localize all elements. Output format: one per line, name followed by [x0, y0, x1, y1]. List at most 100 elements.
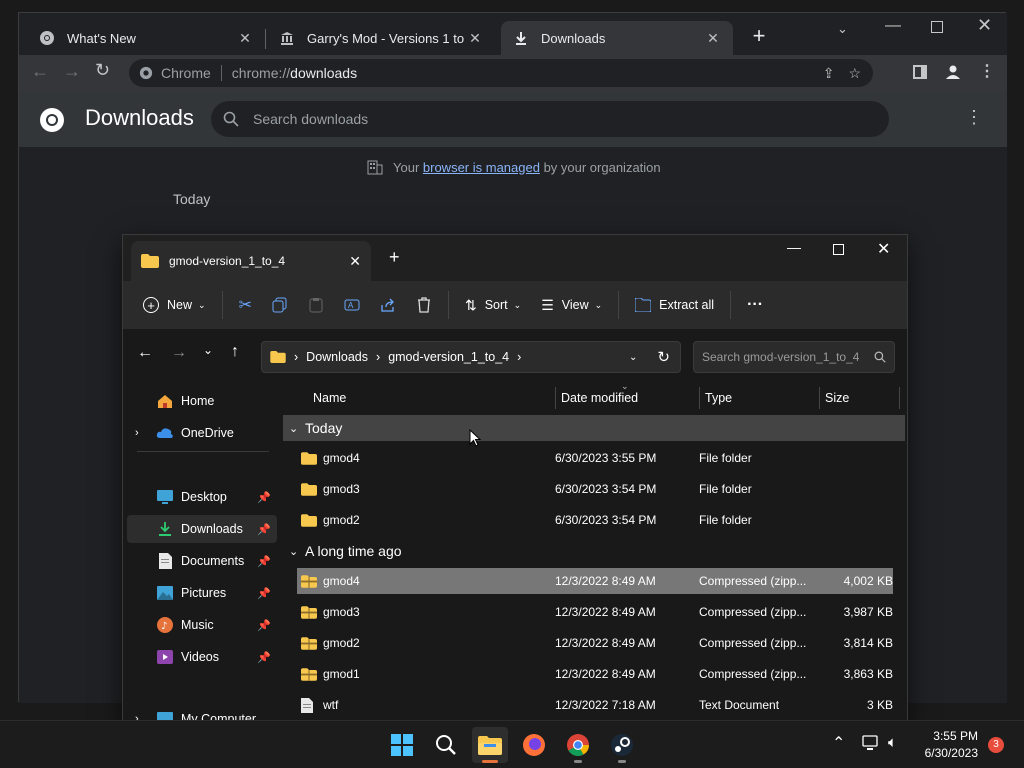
file-row[interactable]: gmod1 12/3/2022 8:49 AM Compressed (zipp..…	[297, 661, 893, 687]
explorer-title-bar: gmod-version_1_to_4 ✕ + — ✕	[123, 235, 907, 281]
file-row[interactable]: gmod2 12/3/2022 8:49 AM Compressed (zipp..…	[297, 630, 893, 656]
group-header[interactable]: ⌄ A long time ago	[283, 538, 905, 564]
column-header-name[interactable]: Name	[305, 383, 555, 413]
tab-search-icon[interactable]: ⌄	[837, 21, 848, 37]
share-button[interactable]	[372, 289, 404, 321]
downloads-search-input[interactable]: Search downloads	[211, 101, 889, 137]
file-row[interactable]: gmod3 6/30/2023 3:54 PM File folder	[297, 476, 893, 502]
nav-item-onedrive[interactable]: › OneDrive	[127, 419, 277, 447]
pin-icon[interactable]: 📌	[257, 523, 271, 536]
taskbar-search-button[interactable]	[428, 727, 464, 763]
close-icon[interactable]: ✕	[467, 30, 483, 47]
volume-icon[interactable]: 🔈︎	[888, 734, 897, 751]
file-type: Compressed (zipp...	[699, 574, 807, 588]
minimize-button[interactable]: —	[885, 17, 901, 35]
pin-icon[interactable]: 📌	[257, 619, 271, 632]
pin-icon[interactable]: 📌	[257, 651, 271, 664]
recent-locations-button[interactable]: ⌄	[203, 343, 213, 357]
notification-badge[interactable]: 3	[988, 737, 1004, 753]
maximize-button[interactable]	[833, 244, 844, 255]
column-header-size[interactable]: Size	[817, 383, 897, 413]
delete-button[interactable]	[408, 289, 440, 321]
group-label: Today	[305, 420, 343, 436]
omnibox[interactable]: Chrome chrome:// downloads ⇪ ☆	[129, 59, 873, 87]
clock-time[interactable]: 3:55 PM	[912, 729, 978, 743]
file-row[interactable]: gmod2 6/30/2023 3:54 PM File folder	[297, 507, 893, 533]
share-icon[interactable]: ⇪	[823, 65, 835, 82]
close-window-button[interactable]: ✕	[877, 239, 890, 259]
nav-item-desktop[interactable]: Desktop 📌	[127, 483, 277, 511]
nav-item-music[interactable]: ♪ Music 📌	[127, 611, 277, 639]
see-more-button[interactable]: ···	[739, 289, 771, 321]
taskbar-steam[interactable]	[604, 727, 640, 763]
breadcrumb-current-folder[interactable]: gmod-version_1_to_4	[388, 350, 509, 364]
column-divider[interactable]	[899, 387, 900, 409]
new-tab-button[interactable]: +	[747, 25, 771, 49]
explorer-tab[interactable]: gmod-version_1_to_4 ✕	[131, 241, 371, 281]
address-dropdown-icon[interactable]: ⌄	[629, 352, 637, 363]
close-icon[interactable]: ✕	[705, 30, 721, 47]
start-button[interactable]	[384, 727, 420, 763]
clock-date[interactable]: 6/30/2023	[912, 746, 978, 760]
taskbar-chrome[interactable]	[560, 727, 596, 763]
chevron-down-icon[interactable]: ⌄	[289, 422, 305, 435]
refresh-icon[interactable]: ↻	[657, 348, 670, 366]
maximize-button[interactable]	[931, 21, 943, 33]
view-button[interactable]: ☰ View ⌄	[533, 289, 610, 321]
sort-button[interactable]: ⇅ Sort ⌄	[457, 289, 529, 321]
minimize-button[interactable]: —	[787, 239, 801, 255]
up-button[interactable]: ↑	[231, 343, 239, 361]
group-header[interactable]: ⌄ Today	[283, 415, 905, 441]
rename-button[interactable]: A	[336, 289, 368, 321]
show-hidden-icons-button[interactable]: ⌃	[832, 733, 845, 753]
nav-item-videos[interactable]: Videos 📌	[127, 643, 277, 671]
copy-button[interactable]	[264, 289, 296, 321]
pin-icon[interactable]: 📌	[257, 491, 271, 504]
file-row[interactable]: gmod3 12/3/2022 8:49 AM Compressed (zipp..…	[297, 599, 893, 625]
file-row[interactable]: gmod4 12/3/2022 8:49 AM Compressed (zipp..…	[297, 568, 893, 594]
pin-icon[interactable]: 📌	[257, 587, 271, 600]
cut-button[interactable]: ✂	[231, 289, 260, 321]
file-name: gmod2	[323, 513, 360, 527]
nav-item-documents[interactable]: Documents 📌	[127, 547, 277, 575]
chevron-right-icon[interactable]: ›	[135, 427, 139, 439]
explorer-search-input[interactable]: Search gmod-version_1_to_4	[693, 341, 895, 373]
close-window-button[interactable]: ✕	[977, 15, 992, 36]
file-date: 12/3/2022 7:18 AM	[555, 698, 656, 712]
side-panel-icon[interactable]	[913, 65, 927, 79]
new-tab-button[interactable]: +	[389, 247, 400, 268]
forward-button[interactable]: →	[171, 344, 187, 362]
forward-button[interactable]: →	[63, 61, 81, 82]
chevron-down-icon[interactable]: ⌄	[289, 545, 305, 558]
address-bar[interactable]: › Downloads › gmod-version_1_to_4 › ⌄ ↻	[261, 341, 681, 373]
taskbar-firefox[interactable]	[516, 727, 552, 763]
nav-item-downloads[interactable]: Downloads 📌	[127, 515, 277, 543]
taskbar-file-explorer[interactable]	[472, 727, 508, 763]
back-button[interactable]: ←	[31, 61, 49, 82]
column-header-date[interactable]: Date modified	[553, 383, 697, 413]
downloads-menu-icon[interactable]: ⋮	[965, 107, 983, 128]
paste-button[interactable]	[300, 289, 332, 321]
nav-item-home[interactable]: Home	[127, 387, 277, 415]
tab-garrys-mod[interactable]: Garry's Mod - Versions 1 to 14, a ✕	[267, 21, 495, 55]
home-icon	[155, 393, 175, 409]
chrome-menu-icon[interactable]: ⋮	[979, 61, 995, 81]
network-icon[interactable]	[862, 735, 880, 751]
pin-icon[interactable]: 📌	[257, 555, 271, 568]
bookmark-star-icon[interactable]: ☆	[848, 65, 861, 82]
close-icon[interactable]: ✕	[349, 253, 361, 270]
tab-whats-new[interactable]: What's New ✕	[27, 21, 265, 55]
profile-icon[interactable]	[945, 64, 961, 80]
file-row[interactable]: wtf 12/3/2022 7:18 AM Text Document 3 KB	[297, 692, 893, 718]
tab-downloads[interactable]: Downloads ✕	[501, 21, 733, 55]
close-icon[interactable]: ✕	[237, 30, 253, 47]
file-row[interactable]: gmod4 6/30/2023 3:55 PM File folder	[297, 445, 893, 471]
managed-link[interactable]: browser is managed	[423, 160, 540, 175]
reload-button[interactable]: ↻	[95, 60, 110, 81]
breadcrumb-downloads[interactable]: Downloads	[306, 350, 368, 364]
nav-item-pictures[interactable]: Pictures 📌	[127, 579, 277, 607]
back-button[interactable]: ←	[137, 344, 153, 362]
new-button[interactable]: + New ⌄	[135, 289, 214, 321]
extract-all-button[interactable]: Extract all	[627, 289, 722, 321]
column-header-type[interactable]: Type	[697, 383, 817, 413]
